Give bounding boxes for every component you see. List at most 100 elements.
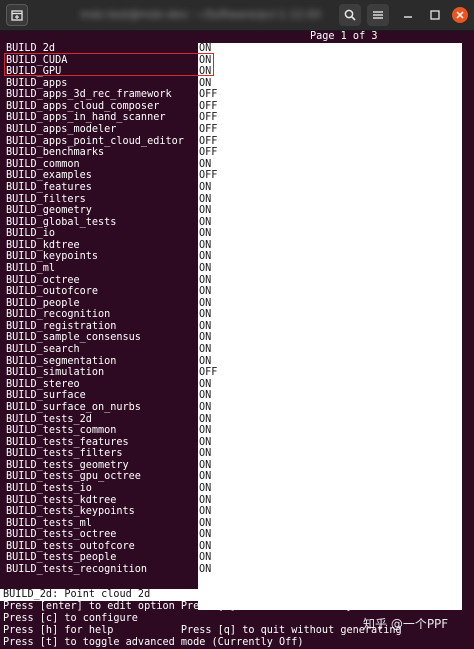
option-value[interactable]: ON bbox=[198, 344, 462, 356]
option-name[interactable]: BUILD_apps_in_hand_scanner bbox=[6, 112, 196, 124]
option-name[interactable]: BUILD_stereo bbox=[6, 379, 196, 391]
option-value[interactable]: ON bbox=[198, 55, 462, 67]
option-name[interactable]: BUILD_tests_gpu_octree bbox=[6, 471, 196, 483]
option-name[interactable]: BUILD_apps_cloud_composer bbox=[6, 101, 196, 113]
close-button[interactable] bbox=[452, 7, 468, 23]
option-value[interactable]: ON bbox=[198, 228, 462, 240]
option-value[interactable]: ON bbox=[198, 332, 462, 344]
option-name[interactable]: BUILD_people bbox=[6, 298, 196, 310]
option-value[interactable]: ON bbox=[198, 194, 462, 206]
option-name[interactable]: BUILD_tests_io bbox=[6, 483, 196, 495]
option-value[interactable]: OFF bbox=[198, 112, 462, 124]
option-value[interactable]: ON bbox=[198, 263, 462, 275]
option-value[interactable]: ON bbox=[198, 495, 462, 507]
option-value[interactable]: ON bbox=[198, 251, 462, 263]
option-value[interactable]: OFF bbox=[198, 89, 462, 101]
terminal-area[interactable]: Page 1 of 3 BUILD_2d BUILD_CUDA BUILD_GP… bbox=[0, 31, 474, 648]
option-name[interactable]: BUILD_search bbox=[6, 344, 196, 356]
option-name[interactable]: BUILD_benchmarks bbox=[6, 147, 196, 159]
option-value[interactable]: ON bbox=[198, 564, 462, 576]
option-value[interactable]: OFF bbox=[198, 170, 462, 182]
option-name[interactable]: BUILD_tests_geometry bbox=[6, 460, 196, 472]
option-value[interactable]: ON bbox=[198, 356, 462, 368]
option-name[interactable]: BUILD_apps bbox=[6, 78, 196, 90]
option-value[interactable]: ON bbox=[198, 240, 462, 252]
option-value[interactable]: ON bbox=[198, 390, 462, 402]
option-value[interactable]: ON bbox=[198, 275, 462, 287]
option-name[interactable]: BUILD_tests_people bbox=[6, 552, 196, 564]
option-name[interactable]: BUILD_2d bbox=[6, 43, 196, 55]
option-value[interactable]: ON bbox=[198, 182, 462, 194]
maximize-button[interactable] bbox=[424, 4, 446, 26]
option-name[interactable]: BUILD_tests_2d bbox=[6, 414, 196, 426]
option-value[interactable]: ON bbox=[198, 379, 462, 391]
option-name[interactable]: BUILD_kdtree bbox=[6, 240, 196, 252]
option-name[interactable]: BUILD_keypoints bbox=[6, 251, 196, 263]
option-name[interactable]: BUILD_tests_keypoints bbox=[6, 506, 196, 518]
option-value[interactable]: ON bbox=[198, 43, 462, 55]
option-name[interactable]: BUILD_filters bbox=[6, 194, 196, 206]
option-value[interactable]: OFF bbox=[198, 367, 462, 379]
option-name[interactable]: BUILD_io bbox=[6, 228, 196, 240]
option-value[interactable]: ON bbox=[198, 217, 462, 229]
option-name[interactable]: BUILD_examples bbox=[6, 170, 196, 182]
new-tab-button[interactable] bbox=[6, 4, 28, 26]
option-value[interactable]: ON bbox=[198, 471, 462, 483]
option-name[interactable]: BUILD_tests_recognition bbox=[6, 564, 196, 576]
option-value[interactable]: ON bbox=[198, 518, 462, 530]
option-name[interactable]: BUILD_tests_features bbox=[6, 437, 196, 449]
option-value[interactable]: ON bbox=[198, 552, 462, 564]
option-name[interactable]: BUILD_apps_modeler bbox=[6, 124, 196, 136]
option-value[interactable]: OFF bbox=[198, 124, 462, 136]
option-name[interactable]: BUILD_tests_filters bbox=[6, 448, 196, 460]
option-value[interactable]: ON bbox=[198, 286, 462, 298]
option-value[interactable]: ON bbox=[198, 448, 462, 460]
option-value[interactable]: ON bbox=[198, 66, 462, 78]
option-name[interactable]: BUILD_outofcore bbox=[6, 286, 196, 298]
minimize-button[interactable] bbox=[397, 4, 419, 26]
option-name[interactable]: BUILD_features bbox=[6, 182, 196, 194]
option-name[interactable]: BUILD_tests_outofcore bbox=[6, 541, 196, 553]
option-name[interactable]: BUILD_simulation bbox=[6, 367, 196, 379]
option-value[interactable]: ON bbox=[198, 541, 462, 553]
option-name[interactable]: BUILD_tests_kdtree bbox=[6, 495, 196, 507]
search-button[interactable] bbox=[339, 4, 361, 26]
option-name[interactable]: BUILD_segmentation bbox=[6, 356, 196, 368]
option-name[interactable]: BUILD_apps_3d_rec_framework bbox=[6, 89, 196, 101]
option-name[interactable]: BUILD_recognition bbox=[6, 309, 196, 321]
option-name[interactable]: BUILD_registration bbox=[6, 321, 196, 333]
option-name[interactable]: BUILD_CUDA bbox=[6, 55, 196, 67]
option-name[interactable]: BUILD_surface bbox=[6, 390, 196, 402]
option-value[interactable]: ON bbox=[198, 309, 462, 321]
option-name[interactable]: BUILD_global_tests bbox=[6, 217, 196, 229]
option-value[interactable]: OFF bbox=[198, 101, 462, 113]
option-name[interactable]: BUILD_octree bbox=[6, 275, 196, 287]
option-name[interactable]: BUILD_GPU bbox=[6, 66, 196, 78]
option-name[interactable]: BUILD_tests_octree bbox=[6, 529, 196, 541]
option-value[interactable]: ON bbox=[198, 529, 462, 541]
option-value[interactable]: ON bbox=[198, 159, 462, 171]
option-name[interactable]: BUILD_sample_consensus bbox=[6, 332, 196, 344]
option-value[interactable]: ON bbox=[198, 321, 462, 333]
option-value[interactable]: ON bbox=[198, 483, 462, 495]
option-name[interactable]: BUILD_tests_common bbox=[6, 425, 196, 437]
option-value[interactable]: OFF bbox=[198, 136, 462, 148]
option-value[interactable]: ON bbox=[198, 298, 462, 310]
option-value[interactable]: ON bbox=[198, 425, 462, 437]
option-name[interactable]: BUILD_tests_ml bbox=[6, 518, 196, 530]
option-value[interactable]: ON bbox=[198, 437, 462, 449]
option-name[interactable]: BUILD_geometry bbox=[6, 205, 196, 217]
option-value[interactable]: ON bbox=[198, 402, 462, 414]
menu-button[interactable] bbox=[367, 4, 389, 26]
option-name[interactable]: BUILD_common bbox=[6, 159, 196, 171]
option-value[interactable]: ON bbox=[198, 205, 462, 217]
option-value[interactable]: ON bbox=[198, 414, 462, 426]
option-name[interactable]: BUILD_surface_on_nurbs bbox=[6, 402, 196, 414]
terminal-scrollbar[interactable] bbox=[462, 43, 468, 610]
option-value[interactable]: OFF bbox=[198, 147, 462, 159]
option-name[interactable]: BUILD_ml bbox=[6, 263, 196, 275]
option-name[interactable]: BUILD_apps_point_cloud_editor bbox=[6, 136, 196, 148]
option-value[interactable]: ON bbox=[198, 78, 462, 90]
option-value[interactable]: ON bbox=[198, 460, 462, 472]
option-value[interactable]: ON bbox=[198, 506, 462, 518]
